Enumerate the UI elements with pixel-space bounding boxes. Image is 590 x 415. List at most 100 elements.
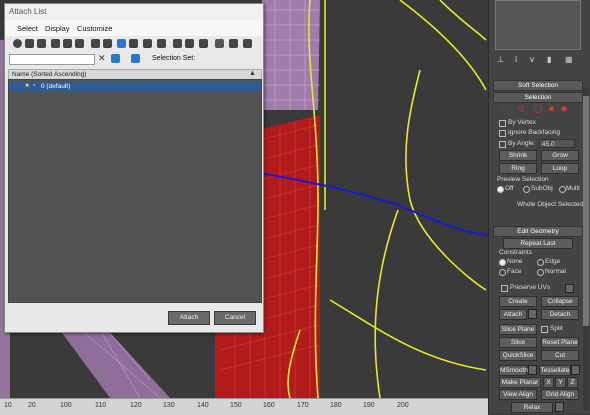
- preview-off-radio[interactable]: [497, 186, 504, 193]
- show-end-result-icon[interactable]: I: [515, 55, 517, 64]
- ruler-tick: 140: [197, 402, 209, 409]
- quickslice-button[interactable]: QuickSlice: [499, 350, 537, 361]
- attach-settings-icon[interactable]: [528, 309, 537, 319]
- repeat-last-button[interactable]: Repeat Last: [503, 238, 573, 249]
- layer-icon: ▪: [33, 82, 36, 89]
- bone-filter-icon[interactable]: [157, 39, 166, 48]
- pin-stack-icon[interactable]: ⊥: [497, 55, 504, 64]
- grow-button[interactable]: Grow: [541, 150, 579, 161]
- preview-multi-radio[interactable]: [559, 186, 566, 193]
- tessellate-button[interactable]: Tessellate: [539, 365, 571, 376]
- helper-filter-icon[interactable]: [103, 39, 112, 48]
- split-checkbox[interactable]: [541, 326, 548, 333]
- slice-button[interactable]: Slice: [499, 337, 537, 348]
- constraint-edge-radio[interactable]: [537, 259, 544, 266]
- hierarchy-view-icon[interactable]: [185, 39, 194, 48]
- relax-settings-icon[interactable]: [555, 402, 564, 412]
- list-item[interactable]: ● ▪ 0 (default): [9, 82, 261, 91]
- camera-filter-icon[interactable]: [91, 39, 100, 48]
- planar-y-button[interactable]: Y: [555, 377, 566, 388]
- make-unique-icon[interactable]: ∨: [529, 55, 535, 64]
- slice-plane-button[interactable]: Slice Plane: [499, 324, 537, 335]
- menu-customize[interactable]: Customize: [77, 24, 112, 33]
- loop-button[interactable]: Loop: [541, 163, 579, 174]
- options-icon[interactable]: [243, 39, 252, 48]
- edit-geometry-rollout[interactable]: Edit Geometry: [493, 226, 583, 237]
- group-filter-icon[interactable]: [129, 39, 138, 48]
- constraint-edge-label: Edge: [545, 258, 561, 265]
- invert-selection-icon[interactable]: [37, 39, 46, 48]
- modifier-stack-view[interactable]: [495, 0, 581, 50]
- constraint-face-radio[interactable]: [499, 269, 506, 276]
- by-angle-label: By Angle:: [508, 140, 536, 147]
- light-filter-icon[interactable]: [75, 39, 84, 48]
- relax-button[interactable]: Relax: [511, 402, 553, 413]
- timeline-ruler[interactable]: 10 20 100 110 120 130 140 150 160 170 18…: [0, 398, 488, 415]
- edge-level-icon[interactable]: ◁: [517, 104, 523, 113]
- shape-filter-icon[interactable]: [63, 39, 72, 48]
- create-button[interactable]: Create: [499, 296, 537, 307]
- make-planar-button[interactable]: Make Planar: [499, 377, 541, 388]
- find-case-icon[interactable]: [111, 54, 120, 63]
- ruler-tick: 120: [130, 402, 142, 409]
- attach-list-dialog: Attach List Select Display Customize ✕ S…: [4, 3, 264, 333]
- msmooth-button[interactable]: MSmooth: [499, 365, 528, 376]
- clear-search-icon[interactable]: ✕: [98, 53, 106, 64]
- panel-scroll-thumb[interactable]: [583, 96, 589, 326]
- ignore-backfacing-checkbox[interactable]: [499, 130, 506, 137]
- ruler-tick: 200: [397, 402, 409, 409]
- reset-plane-button[interactable]: Reset Plane: [541, 337, 579, 348]
- collapse-button[interactable]: Collapse: [541, 296, 579, 307]
- xref-filter-icon[interactable]: [143, 39, 152, 48]
- spacewarp-filter-icon[interactable]: [117, 39, 126, 48]
- view-align-button[interactable]: View Align: [499, 389, 537, 400]
- border-level-icon[interactable]: ◯: [533, 104, 542, 113]
- planar-x-button[interactable]: X: [543, 377, 554, 388]
- menu-display[interactable]: Display: [45, 24, 70, 33]
- ring-button[interactable]: Ring: [499, 163, 537, 174]
- ruler-tick: 150: [230, 402, 242, 409]
- attach-panel-button[interactable]: Attach: [499, 309, 527, 320]
- attach-button[interactable]: Attach: [168, 311, 210, 325]
- cut-button[interactable]: Cut: [541, 350, 579, 361]
- preview-subobj-radio[interactable]: [523, 186, 530, 193]
- list-view-icon[interactable]: [173, 39, 182, 48]
- preserve-uvs-checkbox[interactable]: [501, 285, 508, 292]
- planar-z-button[interactable]: Z: [567, 377, 578, 388]
- remove-modifier-icon[interactable]: ▮: [547, 55, 551, 64]
- grid-align-button[interactable]: Grid Align: [541, 389, 579, 400]
- msmooth-settings-icon[interactable]: [528, 365, 537, 375]
- constraint-normal-radio[interactable]: [537, 269, 544, 276]
- shrink-button[interactable]: Shrink: [499, 150, 537, 161]
- select-none-icon[interactable]: [25, 39, 34, 48]
- geometry-filter-icon[interactable]: [51, 39, 60, 48]
- constraint-normal-label: Normal: [545, 268, 566, 275]
- ruler-tick: 190: [363, 402, 375, 409]
- dialog-titlebar[interactable]: Attach List: [5, 4, 263, 20]
- polygon-level-icon[interactable]: ■: [549, 104, 554, 113]
- cancel-button[interactable]: Cancel: [214, 311, 256, 325]
- by-vertex-checkbox[interactable]: [499, 120, 506, 127]
- search-input[interactable]: [9, 54, 95, 65]
- by-angle-field[interactable]: 45.0: [539, 139, 575, 148]
- selection-rollout[interactable]: Selection: [493, 92, 583, 103]
- sort-icon[interactable]: [229, 39, 238, 48]
- constraint-none-radio[interactable]: [499, 259, 506, 266]
- soft-selection-rollout[interactable]: Soft Selection: [493, 80, 583, 91]
- detach-button[interactable]: Detach: [541, 309, 579, 320]
- select-all-icon[interactable]: [13, 39, 22, 48]
- vertex-level-icon[interactable]: ∴: [501, 104, 506, 113]
- preserve-uvs-settings-icon[interactable]: [565, 284, 574, 293]
- tessellate-settings-icon[interactable]: [571, 365, 580, 375]
- menu-select[interactable]: Select: [17, 24, 38, 33]
- by-angle-checkbox[interactable]: [499, 141, 506, 148]
- dialog-menubar: Select Display Customize: [5, 20, 263, 37]
- stack-toolbar: ⊥ I ∨ ▮ ▦: [493, 55, 587, 67]
- element-level-icon[interactable]: ◆: [561, 104, 567, 113]
- layer-view-icon[interactable]: [199, 39, 208, 48]
- selection-sets-icon[interactable]: [131, 54, 140, 63]
- object-list[interactable]: ● ▪ 0 (default): [8, 79, 262, 303]
- lightbulb-icon[interactable]: ●: [25, 82, 29, 89]
- filter-icon[interactable]: [215, 39, 224, 48]
- configure-sets-icon[interactable]: ▦: [565, 55, 573, 64]
